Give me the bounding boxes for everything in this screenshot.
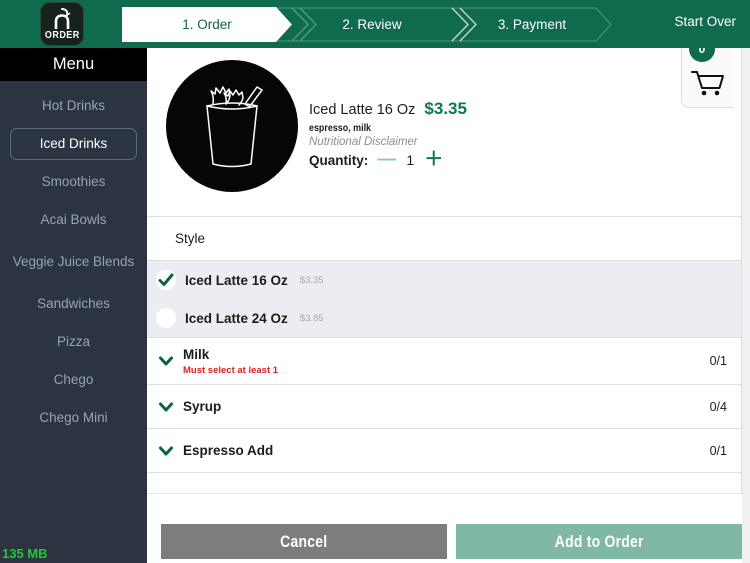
breadcrumb-step-order[interactable]: 1. Order — [122, 7, 292, 42]
nutritional-disclaimer-link[interactable]: Nutritional Disclaimer — [309, 136, 609, 148]
option-section-texts: Espresso Add — [183, 442, 710, 460]
sidebar-item-label: Acai Bowls — [40, 212, 107, 227]
cancel-button[interactable]: Cancel — [161, 524, 447, 559]
logo-wordmark: ORDER — [44, 30, 80, 41]
product-info: Iced Latte 16 Oz $3.35 espresso, milk Nu… — [309, 99, 609, 169]
top-bar: ORDER 1. Order 2. Review 3. Payment Star… — [0, 0, 750, 48]
sidebar-item-label: Veggie Juice Blends — [12, 254, 135, 269]
option-section-label: Syrup — [183, 398, 222, 414]
quantity-decrement-button[interactable]: — — [377, 150, 396, 169]
order-kiosk-app: ORDER 1. Order 2. Review 3. Payment Star… — [0, 0, 750, 563]
sidebar-item-chego[interactable]: Chego — [12, 361, 135, 399]
quantity-value: 1 — [406, 152, 415, 168]
sidebar-item-pizza[interactable]: Pizza — [12, 323, 135, 361]
style-option-price: $3.85 — [299, 312, 324, 324]
sidebar-item-label: Sandwiches — [37, 296, 110, 311]
quantity-stepper: Quantity: — 1 ＋ — [309, 150, 609, 169]
style-option-24oz[interactable]: Iced Latte 24 Oz $3.85 — [147, 299, 741, 337]
order-hook-logo-icon — [49, 7, 75, 31]
breadcrumb-step-payment[interactable]: 3. Payment — [452, 7, 612, 42]
product-ingredients: espresso, milk — [309, 122, 372, 134]
option-section-milk[interactable]: Milk Must select at least 1 0/1 — [147, 338, 741, 385]
sidebar-item-iced-drinks[interactable]: Iced Drinks — [10, 128, 137, 160]
sidebar-item-sandwiches[interactable]: Sandwiches — [12, 285, 135, 323]
option-section-warning: Must select at least 1 — [183, 365, 279, 376]
option-section-count: 0/1 — [709, 354, 727, 368]
action-footer: Cancel Add to Order — [147, 493, 742, 563]
chevron-down-icon — [156, 399, 176, 415]
sidebar-item-label: Chego Mini — [39, 410, 108, 425]
sidebar-item-smoothies[interactable]: Smoothies — [12, 163, 135, 201]
radio-unselected-icon — [156, 308, 176, 328]
option-section-count: 0/4 — [709, 399, 727, 414]
sidebar: Menu Hot Drinks Iced Drinks Smoothies Ac… — [0, 48, 147, 563]
start-over-button[interactable]: Start Over — [674, 14, 736, 29]
sidebar-item-label: Iced Drinks — [39, 136, 108, 151]
product-image — [166, 60, 298, 192]
sidebar-item-label: Chego — [53, 372, 94, 387]
cancel-button-label: Cancel — [280, 531, 328, 551]
style-option-16oz[interactable]: Iced Latte 16 Oz $3.35 — [147, 261, 741, 299]
sidebar-item-chego-mini[interactable]: Chego Mini — [12, 399, 135, 437]
option-section-label: Espresso Add — [183, 442, 274, 458]
add-to-order-button-label: Add to Order — [554, 531, 644, 551]
style-option-label: Iced Latte 24 Oz — [185, 310, 288, 326]
item-detail-page: 0 Iced Latte 16 Oz $3.35 espresso, milk … — [147, 36, 742, 563]
option-section-texts: Syrup — [183, 398, 710, 416]
option-section-label: Milk — [183, 347, 210, 362]
sidebar-title: Menu — [0, 48, 147, 81]
option-section-count: 0/1 — [709, 443, 727, 458]
option-section-texts: Milk Must select at least 1 — [183, 346, 710, 376]
breadcrumb: 1. Order 2. Review 3. Payment — [122, 7, 612, 42]
style-options-list: Iced Latte 16 Oz $3.35 Iced Latte 24 Oz … — [147, 261, 741, 338]
breadcrumb-step-label: 3. Payment — [497, 17, 567, 32]
option-section-espresso-add[interactable]: Espresso Add 0/1 — [147, 429, 741, 473]
sidebar-item-veggie-juice-blends[interactable]: Veggie Juice Blends — [12, 239, 135, 285]
style-option-price: $3.35 — [299, 274, 324, 286]
product-name: Iced Latte 16 Oz — [309, 102, 416, 118]
chevron-down-icon — [156, 353, 176, 369]
sidebar-item-label: Pizza — [56, 334, 90, 349]
quantity-increment-button[interactable]: ＋ — [424, 150, 443, 169]
sidebar-item-label: Hot Drinks — [41, 98, 105, 113]
quantity-label: Quantity: — [309, 152, 369, 168]
sidebar-item-hot-drinks[interactable]: Hot Drinks — [12, 87, 135, 125]
product-summary: Iced Latte 16 Oz $3.35 espresso, milk Nu… — [147, 48, 741, 217]
sidebar-menu-list: Hot Drinks Iced Drinks Smoothies Acai Bo… — [0, 81, 147, 437]
sidebar-item-label: Smoothies — [41, 174, 106, 189]
right-scroll-rail[interactable] — [742, 48, 750, 563]
sidebar-item-acai-bowls[interactable]: Acai Bowls — [12, 201, 135, 239]
style-option-label: Iced Latte 16 Oz — [185, 272, 288, 288]
main-content: 0 Iced Latte 16 Oz $3.35 espresso, milk … — [147, 36, 750, 563]
add-to-order-button[interactable]: Add to Order — [456, 524, 742, 559]
memory-usage-indicator: 135 MB — [2, 546, 48, 561]
app-logo[interactable]: ORDER — [40, 2, 84, 46]
style-group-header: Style — [147, 217, 741, 261]
option-section-syrup[interactable]: Syrup 0/4 — [147, 385, 741, 429]
breadcrumb-step-label: 1. Order — [182, 17, 232, 32]
chevron-down-icon — [156, 443, 176, 459]
breadcrumb-step-label: 2. Review — [342, 17, 402, 32]
breadcrumb-step-review[interactable]: 2. Review — [292, 7, 452, 42]
product-price: $3.35 — [424, 99, 467, 118]
checkmark-icon — [156, 270, 176, 290]
